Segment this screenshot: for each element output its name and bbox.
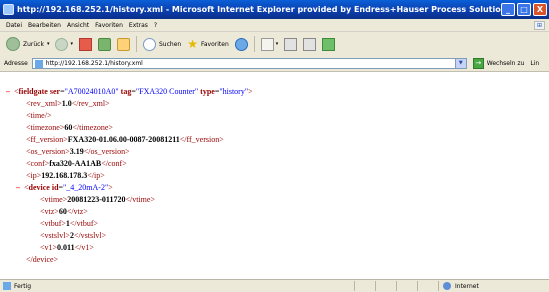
stop-icon: [79, 37, 92, 51]
chevron-down-icon: ▾: [70, 41, 73, 47]
media-icon: [234, 37, 248, 51]
home-icon: [117, 37, 130, 51]
status-pane: [417, 281, 438, 291]
minimize-button[interactable]: _: [501, 3, 515, 16]
print-button[interactable]: [284, 37, 298, 51]
xml-content: – <fieldgate ser="A70024010A0" tag="FXA3…: [0, 72, 549, 279]
status-pane: [375, 281, 396, 291]
refresh-icon: [98, 37, 111, 51]
address-input[interactable]: http://192.168.252.1/history.xml ▼: [31, 58, 467, 69]
status-panes: Internet: [354, 281, 549, 291]
close-button[interactable]: X: [533, 3, 547, 16]
edit-icon: [303, 37, 317, 51]
collapse-toggle[interactable]: –: [6, 87, 10, 96]
menu-bar: Datei Bearbeiten Ansicht Favoriten Extra…: [0, 19, 549, 32]
back-label: Zurück: [23, 40, 44, 48]
xml-conf-line: <conf>fxa320-AA1AB</conf>: [26, 159, 127, 168]
menu-help[interactable]: ?: [154, 22, 157, 29]
address-url: http://192.168.252.1/history.xml: [45, 60, 143, 67]
menu-ansicht[interactable]: Ansicht: [67, 22, 89, 29]
collapse-toggle[interactable]: –: [16, 183, 20, 192]
zone-label: Internet: [455, 282, 479, 290]
forward-arrow-icon: [55, 37, 69, 51]
chevron-down-icon: ▾: [275, 41, 279, 47]
status-pane: [354, 281, 375, 291]
xml-device-close-line: </device>: [26, 255, 59, 264]
media-button[interactable]: [234, 37, 248, 51]
links-label[interactable]: Lin: [530, 60, 539, 67]
xml-os-version-line: <os_version>3.19</os_version>: [26, 147, 130, 156]
mail-button[interactable]: ▾: [260, 37, 279, 51]
xml-rev-xml-line: <rev_xml>1.0</rev_xml>: [26, 99, 110, 108]
xml-timezone-line: <timezone>60</timezone>: [26, 123, 113, 132]
toolbar: Zurück ▾ ▾ Suchen ★ Favoriten ▾: [0, 32, 549, 57]
print-icon: [284, 37, 298, 51]
favorites-label: Favoriten: [200, 40, 229, 48]
windows-logo-icon: ⊞: [534, 20, 545, 30]
go-button[interactable]: → Wechseln zu: [472, 58, 525, 69]
toolbar-separator: [253, 36, 255, 52]
status-bar: Fertig Internet: [0, 279, 549, 292]
security-zone: Internet: [438, 281, 549, 291]
menu-favoriten[interactable]: Favoriten: [95, 22, 123, 29]
home-button[interactable]: [117, 37, 130, 51]
maximize-button[interactable]: □: [517, 3, 531, 16]
xml-v1-line: <v1>0.011</v1>: [40, 243, 94, 252]
mail-icon: [260, 37, 274, 51]
search-label: Suchen: [159, 40, 182, 48]
menu-extras[interactable]: Extras: [129, 22, 148, 29]
address-bar: Adresse http://192.168.252.1/history.xml…: [0, 56, 549, 72]
menu-datei[interactable]: Datei: [6, 22, 22, 29]
ie-icon: [3, 4, 14, 15]
xml-device-open-line: – <device id="_4_20mA-2">: [16, 183, 113, 192]
search-button[interactable]: Suchen: [143, 37, 182, 51]
refresh-button[interactable]: [98, 37, 111, 51]
back-arrow-icon: [6, 37, 20, 51]
chevron-down-icon: ▾: [46, 41, 50, 47]
toolbar-separator: [136, 36, 137, 52]
back-button[interactable]: Zurück ▾: [6, 37, 49, 51]
favorites-button[interactable]: ★ Favoriten: [187, 38, 229, 50]
xml-root-open-line: – <fieldgate ser="A70024010A0" tag="FXA3…: [6, 87, 253, 96]
favorites-star-icon: ★: [187, 37, 198, 51]
xml-ip-line: <ip>192.168.178.3</ip>: [26, 171, 105, 180]
xml-ff-version-line: <ff_version>FXA320-01.06.00-0087-2008121…: [26, 135, 224, 144]
menu-bearbeiten[interactable]: Bearbeiten: [28, 22, 61, 29]
search-icon: [143, 37, 156, 51]
stop-button[interactable]: [79, 37, 92, 51]
messenger-button[interactable]: [322, 37, 336, 51]
globe-icon: [443, 282, 451, 290]
forward-button[interactable]: ▾: [55, 37, 73, 51]
xml-time-line: <time/>: [26, 111, 52, 120]
page-icon: [34, 59, 43, 68]
address-label: Adresse: [4, 60, 28, 67]
status-pane: [396, 281, 417, 291]
address-dropdown-icon[interactable]: ▼: [454, 59, 466, 68]
xml-vtime-line: <vtime>20081223-011720</vtime>: [40, 195, 155, 204]
xml-vstslvl-line: <vstslvl>2</vstslvl>: [40, 231, 107, 240]
page-icon: [3, 282, 11, 290]
messenger-icon: [322, 37, 336, 51]
edit-button[interactable]: [303, 37, 317, 51]
status-text: Fertig: [14, 282, 32, 290]
go-arrow-icon: →: [472, 58, 484, 69]
xml-vtz-line: <vtz>60</vtz>: [40, 207, 88, 216]
window-title: http://192.168.252.1/history.xml - Micro…: [17, 5, 501, 14]
go-label: Wechseln zu: [486, 60, 525, 67]
title-bar: http://192.168.252.1/history.xml - Micro…: [0, 0, 549, 19]
xml-vtbuf-line: <vtbuf>1</vtbuf>: [40, 219, 99, 228]
